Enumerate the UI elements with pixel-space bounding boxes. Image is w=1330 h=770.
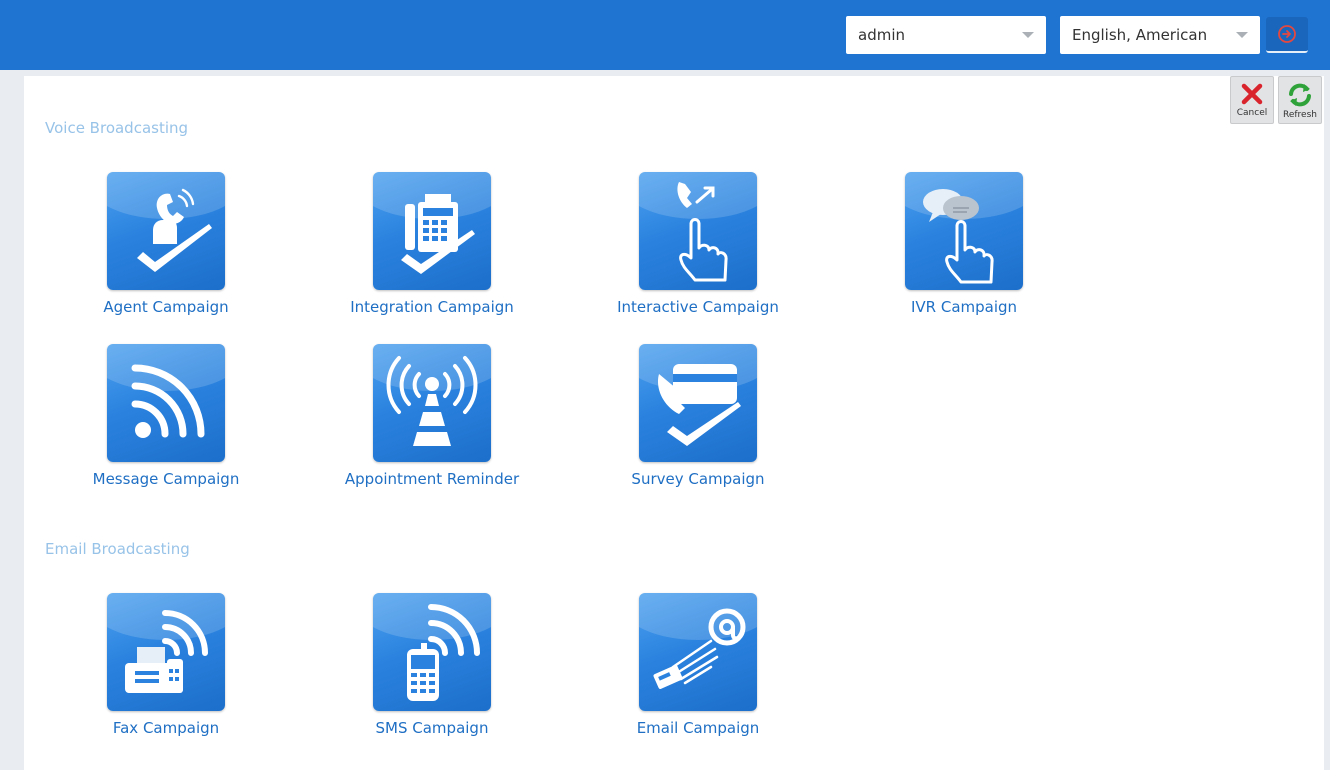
- tile-sms-campaign[interactable]: SMS Campaign: [322, 593, 542, 737]
- sms-campaign-icon: [373, 593, 491, 711]
- cancel-button[interactable]: Cancel: [1230, 76, 1274, 124]
- green-refresh-icon: [1289, 83, 1311, 107]
- refresh-button[interactable]: Refresh: [1278, 76, 1322, 124]
- tile-label: Appointment Reminder: [344, 470, 520, 488]
- tile-label: Interactive Campaign: [617, 298, 779, 316]
- tile-label: Message Campaign: [92, 470, 240, 488]
- user-select-value: admin: [858, 26, 905, 44]
- tile-label: Survey Campaign: [631, 470, 765, 488]
- user-select[interactable]: admin: [846, 16, 1046, 54]
- tile-agent-campaign[interactable]: Agent Campaign: [56, 172, 276, 316]
- refresh-label: Refresh: [1283, 110, 1317, 120]
- email-campaign-icon: [639, 593, 757, 711]
- tile-interactive-campaign[interactable]: Interactive Campaign: [588, 172, 808, 316]
- top-header-bar: admin English, American: [0, 0, 1330, 70]
- tile-label: Fax Campaign: [112, 719, 220, 737]
- language-select-value: English, American: [1072, 26, 1208, 44]
- tile-email-campaign[interactable]: Email Campaign: [588, 593, 808, 737]
- agent-campaign-icon: [107, 172, 225, 290]
- tile-fax-campaign[interactable]: Fax Campaign: [56, 593, 276, 737]
- tile-ivr-campaign[interactable]: IVR Campaign: [854, 172, 1074, 316]
- message-campaign-icon: [107, 344, 225, 462]
- tile-message-campaign[interactable]: Message Campaign: [56, 344, 276, 488]
- cancel-label: Cancel: [1236, 108, 1268, 118]
- tile-label: Agent Campaign: [103, 298, 229, 316]
- logout-button[interactable]: [1266, 17, 1308, 53]
- tile-label: Integration Campaign: [350, 298, 514, 316]
- section-title-voice: Voice Broadcasting: [45, 119, 189, 137]
- chevron-down-icon: [1022, 32, 1034, 38]
- fax-campaign-icon: [107, 593, 225, 711]
- tile-label: Email Campaign: [636, 719, 760, 737]
- ivr-campaign-icon: [905, 172, 1023, 290]
- integration-campaign-icon: [373, 172, 491, 290]
- tile-integration-campaign[interactable]: Integration Campaign: [322, 172, 542, 316]
- tile-label: IVR Campaign: [910, 298, 1018, 316]
- language-select[interactable]: English, American: [1060, 16, 1260, 54]
- power-icon: [1278, 25, 1296, 43]
- appointment-reminder-icon: [373, 344, 491, 462]
- interactive-campaign-icon: [639, 172, 757, 290]
- section-title-email: Email Broadcasting: [45, 540, 190, 558]
- survey-campaign-icon: [639, 344, 757, 462]
- tile-appointment-reminder[interactable]: Appointment Reminder: [322, 344, 542, 488]
- tile-survey-campaign[interactable]: Survey Campaign: [588, 344, 808, 488]
- tile-label: SMS Campaign: [375, 719, 489, 737]
- red-x-icon: [1241, 83, 1263, 105]
- chevron-down-icon: [1236, 32, 1248, 38]
